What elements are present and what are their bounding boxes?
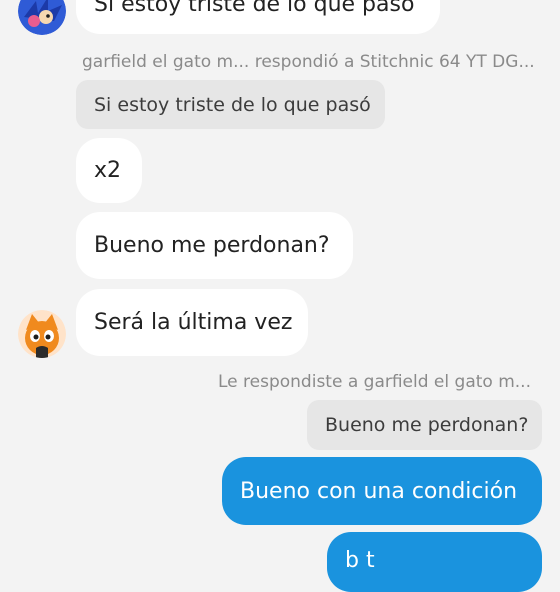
orange-cat-avatar-icon[interactable] <box>18 310 66 358</box>
reply-meta: garfield el gato m... respondió a Stitch… <box>82 52 535 72</box>
outgoing-message-condicion[interactable]: Bueno con una condición <box>222 457 542 525</box>
message-text: Será la última vez <box>94 310 293 335</box>
quoted-message[interactable]: Si estoy triste de lo que pasó <box>76 80 385 129</box>
message-text: Si estoy triste de lo que pasó <box>94 0 415 17</box>
sonic-avatar-icon[interactable] <box>18 0 66 35</box>
quoted-text: Bueno me perdonan? <box>325 414 529 436</box>
message-text: Bueno me perdonan? <box>94 233 330 258</box>
quoted-message-own[interactable]: Bueno me perdonan? <box>307 400 542 450</box>
message-bubble-perdonan[interactable]: Bueno me perdonan? <box>76 212 353 279</box>
message-bubble-top[interactable]: Si estoy triste de lo que pasó <box>76 0 440 34</box>
message-bubble-ultima[interactable]: Será la última vez <box>76 289 308 356</box>
message-text: Bueno con una condición <box>240 478 518 504</box>
quoted-text: Si estoy triste de lo que pasó <box>94 93 371 116</box>
message-text: b t <box>345 548 375 573</box>
outgoing-message-partial[interactable]: b t <box>327 532 542 592</box>
message-bubble-x2[interactable]: x2 <box>76 138 142 203</box>
reply-meta-own: Le respondiste a garfield el gato m... <box>218 372 531 392</box>
message-text: x2 <box>94 158 122 183</box>
chat-thread: Si estoy triste de lo que pasó garfield … <box>0 0 560 592</box>
